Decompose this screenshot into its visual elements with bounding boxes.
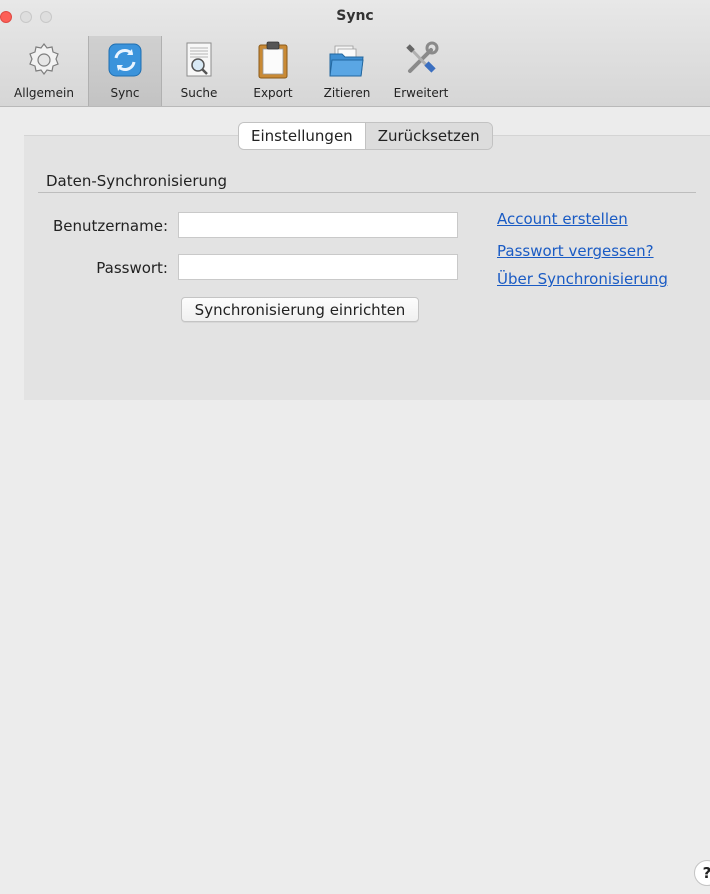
toolbar-label: Erweitert xyxy=(393,86,449,100)
about-sync-link[interactable]: Über Synchronisierung xyxy=(497,270,668,288)
gear-icon xyxy=(29,43,59,75)
toolbar-label: Allgemein xyxy=(14,86,74,100)
username-input[interactable] xyxy=(178,212,458,238)
sync-icon xyxy=(108,43,142,77)
toolbar-item-erweitert[interactable]: Erweitert xyxy=(384,36,458,106)
search-document-icon xyxy=(186,42,212,77)
section-title: Daten-Synchronisierung xyxy=(46,172,228,190)
preferences-window: Sync Allgemein Sync Suche Export Zitiere… xyxy=(0,0,710,894)
section-divider xyxy=(38,192,696,193)
toolbar-item-suche[interactable]: Suche xyxy=(162,36,236,106)
settings-tab-bar: Einstellungen Zurücksetzen xyxy=(238,122,493,150)
username-label: Benutzername: xyxy=(52,217,168,235)
toolbar-item-export[interactable]: Export xyxy=(236,36,310,106)
toolbar-item-zitieren[interactable]: Zitieren xyxy=(310,36,384,106)
toolbar-item-sync[interactable]: Sync xyxy=(88,36,162,106)
create-account-link[interactable]: Account erstellen xyxy=(497,210,628,228)
toolbar-item-allgemein[interactable]: Allgemein xyxy=(0,36,88,106)
toolbar-label: Zitieren xyxy=(323,86,371,100)
window-title: Sync xyxy=(336,8,374,24)
folder-icon xyxy=(329,45,364,77)
password-label: Passwort: xyxy=(96,259,168,277)
help-button[interactable]: ? xyxy=(694,860,710,886)
tab-einstellungen[interactable]: Einstellungen xyxy=(239,123,366,149)
tools-icon xyxy=(406,41,439,73)
preferences-toolbar: Allgemein Sync Suche Export Zitieren Erw… xyxy=(0,36,458,106)
clipboard-icon xyxy=(258,41,288,79)
toolbar-label: Suche xyxy=(180,86,218,100)
tab-zuruecksetzen[interactable]: Zurücksetzen xyxy=(365,123,492,149)
toolbar-label: Export xyxy=(253,86,293,100)
title-bar: Sync Allgemein Sync Suche Export Zitiere… xyxy=(0,0,710,107)
toolbar-label: Sync xyxy=(110,86,140,100)
setup-sync-button[interactable]: Synchronisierung einrichten xyxy=(181,297,419,322)
password-input[interactable] xyxy=(178,254,458,280)
forgot-password-link[interactable]: Passwort vergessen? xyxy=(497,242,654,260)
